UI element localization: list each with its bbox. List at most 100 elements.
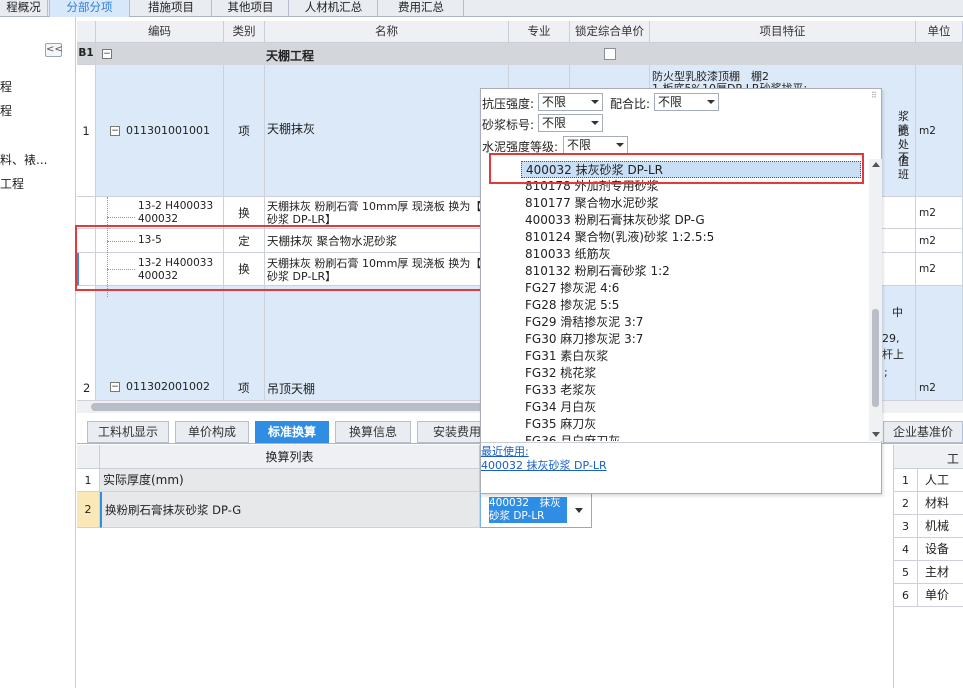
name-cell[interactable]: 吊顶天棚: [265, 286, 509, 401]
tab-standard-conversion[interactable]: 标准换算: [255, 421, 329, 443]
row-number: 5: [894, 561, 918, 584]
tab-labor-material-summary[interactable]: 人材机汇总: [290, 0, 378, 17]
section-name: 天棚工程: [266, 49, 315, 63]
section-row[interactable]: B1 − 天棚工程: [77, 43, 963, 65]
mix-ratio-select[interactable]: 不限: [654, 93, 719, 111]
row-number: 2: [77, 492, 100, 528]
cost-category-label[interactable]: 材料: [918, 492, 963, 515]
nav-item[interactable]: 程: [0, 78, 12, 95]
material-list-item[interactable]: 810033 纸筋灰: [525, 246, 611, 263]
row-number: 6: [894, 584, 918, 607]
resize-grip-icon[interactable]: ⠿: [871, 91, 877, 100]
conversion-row-label[interactable]: 换粉刷石膏抹灰砂浆 DP-G: [100, 492, 480, 528]
code-cell[interactable]: − 011301001001: [96, 65, 224, 197]
nav-item[interactable]: 料、裱...: [0, 151, 47, 168]
material-list-item[interactable]: FG32 桃花浆: [525, 365, 596, 382]
item-code: 011302001002: [126, 380, 210, 393]
unit-cell[interactable]: m2: [916, 65, 963, 197]
scroll-up-icon[interactable]: [872, 162, 880, 167]
compressive-strength-label: 抗压强度:: [482, 97, 535, 111]
section-label: B1: [77, 43, 96, 65]
unit-cell[interactable]: m2: [916, 253, 963, 286]
material-list-item[interactable]: 400033 粉刷石膏抹灰砂浆 DP-G: [525, 212, 705, 229]
header-features[interactable]: 项目特征: [650, 21, 916, 43]
row-number-text: 2: [83, 381, 91, 395]
cost-category-label[interactable]: 主材: [918, 561, 963, 584]
material-list-item[interactable]: FG27 掺灰泥 4:6: [525, 280, 619, 297]
row-number: 1: [894, 469, 918, 492]
chevron-down-icon: [591, 121, 599, 125]
cement-grade-select[interactable]: 不限: [563, 136, 628, 154]
material-list-item[interactable]: 810177 聚合物水泥砂浆: [525, 195, 659, 212]
nav-item[interactable]: 程: [0, 102, 12, 119]
row-number: 1: [77, 65, 96, 197]
mortar-grade-select[interactable]: 不限: [538, 114, 603, 132]
material-list-item[interactable]: FG31 素白灰浆: [525, 348, 608, 365]
collapse-toggle-icon[interactable]: −: [110, 382, 120, 392]
name-cell[interactable]: 天棚抹灰: [265, 65, 509, 197]
divider: [481, 442, 882, 443]
type-cell[interactable]: 项: [224, 65, 265, 197]
header-name[interactable]: 名称: [265, 21, 509, 43]
material-list-item[interactable]: FG28 掺灰泥 5:5: [525, 297, 619, 314]
cost-category-label[interactable]: 设备: [918, 538, 963, 561]
collapse-toggle-icon[interactable]: −: [110, 126, 120, 136]
header-type[interactable]: 类别: [224, 21, 265, 43]
feature-line: 杆上: [882, 348, 904, 361]
material-list-item[interactable]: FG34 月白灰: [525, 399, 596, 416]
compressive-strength-select[interactable]: 不限: [538, 93, 603, 111]
tab-sub-items[interactable]: 分部分项: [49, 0, 130, 17]
tab-unit-price-composition[interactable]: 单价构成: [175, 421, 249, 443]
cost-category-label[interactable]: 单价: [918, 584, 963, 607]
row-number: 2: [77, 286, 96, 401]
header-specialty[interactable]: 专业: [509, 21, 570, 43]
scrollbar-thumb[interactable]: [872, 309, 879, 407]
tab-conversion-info[interactable]: 换算信息: [335, 421, 411, 443]
unit-cell[interactable]: m2: [916, 286, 963, 401]
recent-item-link[interactable]: 400032 抹灰砂浆 DP-LR: [481, 457, 607, 473]
cost-category-label[interactable]: 人工: [918, 469, 963, 492]
cost-category-label[interactable]: 机械: [918, 515, 963, 538]
material-list-item[interactable]: FG29 滑秸掺灰泥 3:7: [525, 314, 643, 331]
tab-measures[interactable]: 措施项目: [131, 0, 212, 17]
material-list-item[interactable]: FG33 老浆灰: [525, 382, 596, 399]
material-list: 400032 抹灰砂浆 DP-LR 810178 外加剂专用砂浆 810177 聚合…: [481, 159, 869, 441]
collapse-toggle-icon[interactable]: −: [102, 49, 112, 59]
chevron-down-icon: [616, 143, 624, 147]
selected-value: 400032 抹灰砂浆 DP-LR: [489, 497, 567, 523]
tab-enterprise-base-price[interactable]: 企业基准价: [883, 421, 963, 443]
header-rownum: [77, 21, 96, 43]
material-list-item[interactable]: FG36 月白麻刀灰: [525, 433, 620, 441]
chevron-down-icon[interactable]: [575, 508, 583, 513]
code-cell[interactable]: − 011302001002: [96, 286, 224, 401]
mortar-grade-label: 砂浆标号:: [482, 118, 535, 132]
top-tab-bar: 程概况 分部分项 措施项目 其他项目 人材机汇总 费用汇总: [0, 0, 963, 17]
material-list-item[interactable]: FG30 麻刀掺灰泥 3:7: [525, 331, 643, 348]
unit-cell[interactable]: m2: [916, 229, 963, 253]
material-list-item[interactable]: FG35 麻刀灰: [525, 416, 596, 433]
row-number: 1: [77, 469, 100, 492]
conversion-row-label[interactable]: 实际厚度(mm): [100, 469, 480, 492]
collapse-button[interactable]: <<: [45, 43, 63, 57]
tab-labor-material-display[interactable]: 工料机显示: [87, 421, 169, 443]
conversion-value-select[interactable]: 400032 抹灰砂浆 DP-LR: [480, 492, 592, 528]
type-cell[interactable]: 项: [224, 286, 265, 401]
tab-other-items[interactable]: 其他项目: [213, 0, 289, 17]
item-type: 项: [238, 381, 250, 395]
lock-price-checkbox[interactable]: [604, 48, 616, 60]
header-lock-price[interactable]: 锁定综合单价: [570, 21, 650, 43]
material-list-item[interactable]: 810124 聚合物(乳液)砂浆 1:2.5:5: [525, 229, 714, 246]
tab-project-overview[interactable]: 程概况: [0, 0, 48, 17]
header-code[interactable]: 编码: [96, 21, 224, 43]
item-code: 011301001001: [126, 124, 210, 137]
tab-fee-summary[interactable]: 费用汇总: [379, 0, 464, 17]
cost-category-table: 工 1 人工 2 材料 3 机械 4 设备 5 主材 6 单价: [893, 445, 963, 688]
vertical-scrollbar[interactable]: [869, 159, 882, 441]
nav-item[interactable]: 工程: [0, 175, 24, 192]
scrollbar-thumb[interactable]: [91, 403, 521, 411]
header-unit[interactable]: 单位: [916, 21, 963, 43]
scroll-down-icon[interactable]: [872, 432, 880, 437]
unit-cell[interactable]: m2: [916, 197, 963, 229]
feature-line: ;: [884, 366, 888, 379]
material-list-item[interactable]: 810132 粉刷石膏砂浆 1:2: [525, 263, 670, 280]
